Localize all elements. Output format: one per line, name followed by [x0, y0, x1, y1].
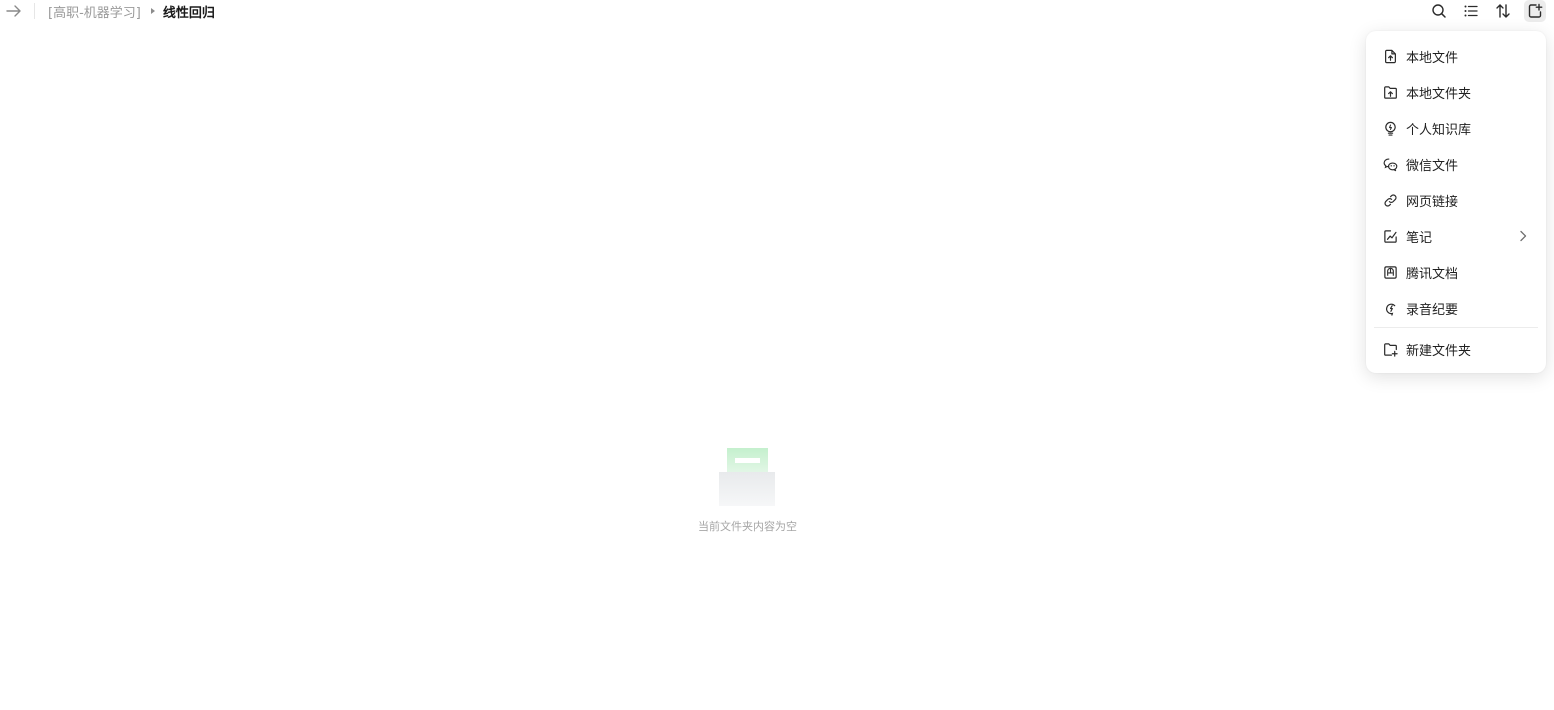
recording-icon	[1382, 300, 1398, 316]
divider	[34, 3, 35, 19]
upload-folder-icon	[1382, 84, 1398, 100]
breadcrumb-current: 线性回归	[162, 5, 215, 21]
list-view-icon	[1463, 3, 1479, 19]
list-view-button[interactable]	[1460, 0, 1482, 22]
top-bar: [高职-机器学习] 线性回归	[0, 0, 1554, 24]
upload-file-icon	[1382, 48, 1398, 64]
menu-item-label: 新建文件夹	[1406, 343, 1472, 359]
menu-item-label: 录音纪要	[1406, 302, 1459, 318]
menu-item-label: 网页链接	[1406, 194, 1459, 210]
new-file-button[interactable]	[1524, 0, 1546, 22]
menu-item-web-link[interactable]: 网页链接	[1374, 184, 1538, 216]
new-file-icon	[1527, 3, 1543, 19]
menu-item-personal-knowledge-base[interactable]: 个人知识库	[1374, 112, 1538, 144]
empty-box-illustration	[719, 448, 775, 506]
menu-item-label: 本地文件	[1406, 50, 1459, 66]
sort-button[interactable]	[1492, 0, 1514, 22]
menu-item-label: 腾讯文档	[1406, 266, 1459, 282]
new-folder-icon	[1382, 341, 1398, 357]
note-icon	[1382, 228, 1398, 244]
link-icon	[1382, 192, 1398, 208]
menu-item-local-folder[interactable]: 本地文件夹	[1374, 76, 1538, 108]
breadcrumb-separator-icon	[150, 8, 155, 14]
menu-item-wechat-files[interactable]: 微信文件	[1374, 148, 1538, 180]
menu-item-label: 个人知识库	[1406, 122, 1472, 138]
menu-item-note[interactable]: 笔记	[1374, 220, 1538, 252]
search-button[interactable]	[1428, 0, 1450, 22]
wechat-icon	[1382, 156, 1398, 172]
menu-item-label: 笔记	[1406, 230, 1433, 246]
back-arrow-icon[interactable]	[5, 3, 23, 19]
tencent-docs-icon	[1382, 264, 1398, 280]
breadcrumb: [高职-机器学习] 线性回归	[48, 2, 215, 21]
menu-item-label: 本地文件夹	[1406, 86, 1472, 102]
menu-item-tencent-docs[interactable]: 腾讯文档	[1374, 256, 1538, 288]
menu-divider	[1374, 327, 1538, 328]
search-icon	[1431, 3, 1447, 19]
sort-icon	[1495, 3, 1511, 19]
bulb-icon	[1382, 120, 1398, 136]
breadcrumb-parent[interactable]: [高职-机器学习]	[48, 2, 141, 21]
new-item-menu: 本地文件 本地文件夹 个人知识库 微信文件 网页链接 笔记 腾讯文档 录音纪要 …	[1366, 31, 1546, 373]
menu-item-label: 微信文件	[1406, 158, 1459, 174]
menu-item-recording-notes[interactable]: 录音纪要	[1374, 292, 1538, 324]
menu-item-new-folder[interactable]: 新建文件夹	[1374, 333, 1538, 365]
empty-state-message: 当前文件夹内容为空	[698, 520, 797, 533]
chevron-right-icon	[1516, 229, 1530, 243]
menu-item-local-file[interactable]: 本地文件	[1374, 40, 1538, 72]
